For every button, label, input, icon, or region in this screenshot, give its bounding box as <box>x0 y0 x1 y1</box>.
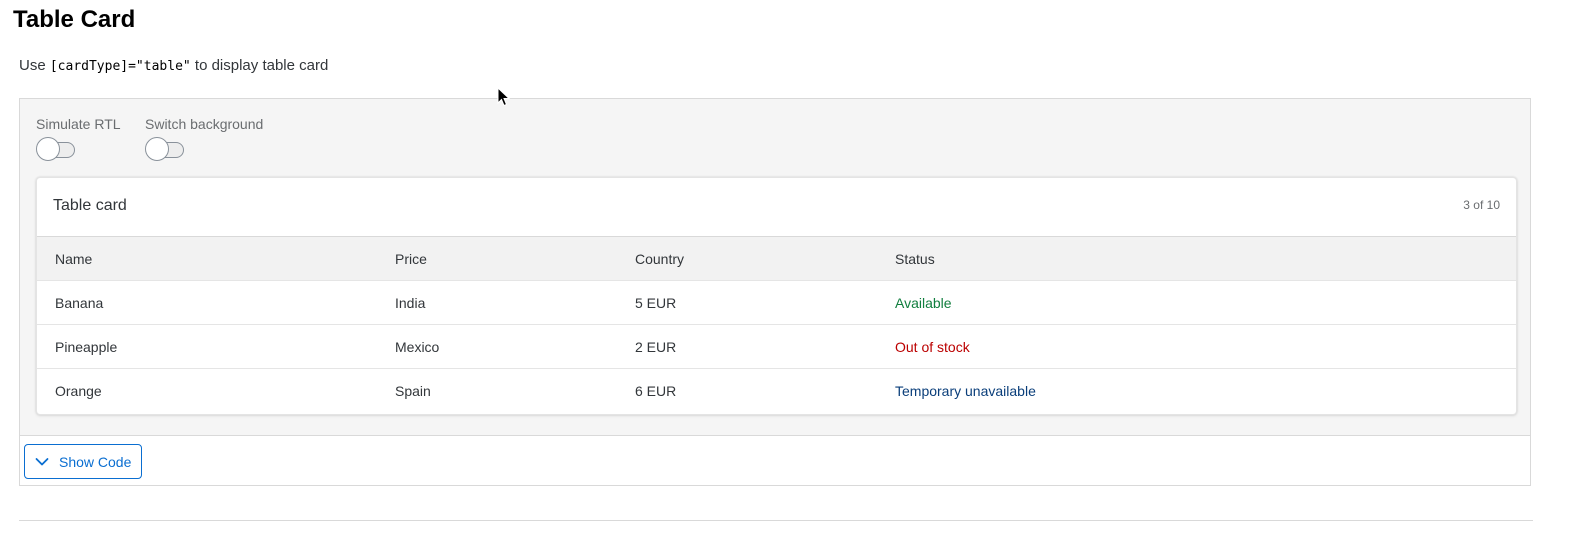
cell-price: Spain <box>395 383 431 399</box>
simulate-rtl-switch[interactable] <box>36 135 76 161</box>
cell-name: Orange <box>55 383 102 399</box>
card-title: Table card <box>53 197 127 214</box>
cell-price: Mexico <box>395 339 440 355</box>
show-code-label: Show Code <box>59 453 132 470</box>
table-header-row: Name Price Country Status <box>37 237 1516 281</box>
example-container: Simulate RTL Switch background Table car… <box>19 98 1531 486</box>
description-code: [cardType]="table" <box>49 59 191 74</box>
switch-background-switch[interactable] <box>145 135 185 161</box>
switch-background-group: Switch background <box>145 115 263 161</box>
mouse-cursor-icon <box>497 87 511 107</box>
table-card: Table card 3 of 10 Name Price Country St… <box>36 177 1517 415</box>
simulate-rtl-group: Simulate RTL <box>36 115 121 161</box>
card-header[interactable]: Table card 3 of 10 <box>37 178 1516 237</box>
switch-knob <box>36 137 60 161</box>
column-header-name: Name <box>55 251 93 267</box>
description-suffix: to display table card <box>190 57 329 74</box>
cell-status: Out of stock <box>895 339 970 355</box>
cell-status: Available <box>895 295 952 311</box>
table-row[interactable]: Pineapple Mexico 2 EUR Out of stock <box>37 325 1516 369</box>
column-header-status: Status <box>895 251 935 267</box>
card-table: Name Price Country Status Banana India 5… <box>37 237 1516 413</box>
chevron-down-icon <box>35 457 49 465</box>
column-header-country: Country <box>635 251 685 267</box>
cell-name: Pineapple <box>55 339 118 355</box>
description-prefix: Use <box>19 57 50 74</box>
cell-country: 5 EUR <box>635 295 677 311</box>
column-header-price: Price <box>395 251 427 267</box>
card-counter: 3 of 10 <box>1463 198 1500 212</box>
simulate-rtl-label: Simulate RTL <box>36 116 121 132</box>
switch-background-label: Switch background <box>145 116 264 132</box>
table-row[interactable]: Banana India 5 EUR Available <box>37 281 1516 325</box>
cell-name: Banana <box>55 295 104 311</box>
example-area: Simulate RTL Switch background Table car… <box>20 99 1530 436</box>
cell-country: 6 EUR <box>635 383 677 399</box>
cell-country: 2 EUR <box>635 339 677 355</box>
cell-price: India <box>395 295 426 311</box>
page-description: Use [cardType]="table" to display table … <box>19 56 328 77</box>
section-divider <box>19 520 1533 521</box>
show-code-button[interactable]: Show Code <box>24 444 143 479</box>
table-row[interactable]: Orange Spain 6 EUR Temporary unavailable <box>37 369 1516 413</box>
cell-status: Temporary unavailable <box>895 383 1036 399</box>
page-title: Table Card <box>13 6 136 33</box>
switch-knob <box>145 137 169 161</box>
